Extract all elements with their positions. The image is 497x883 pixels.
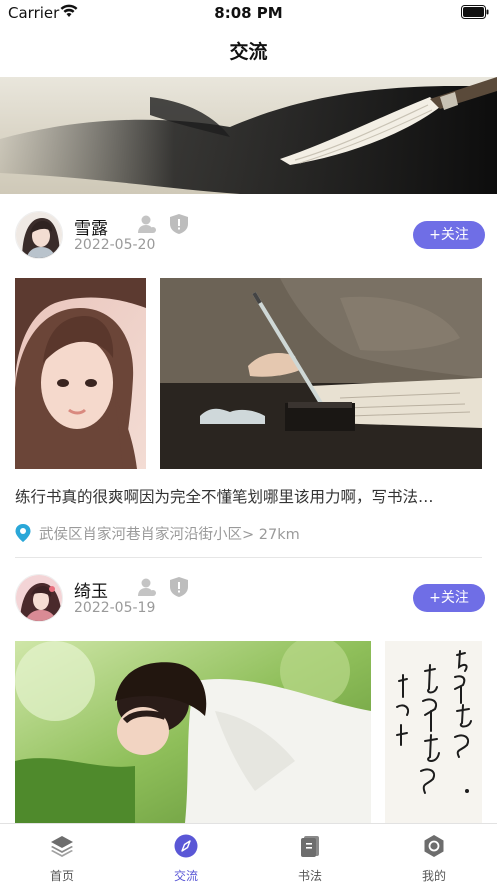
tab-label: 首页 xyxy=(49,869,74,883)
layers-icon xyxy=(51,836,73,857)
shield-icon xyxy=(170,577,188,597)
tab-bar: 首页 交流 书法 我的 xyxy=(0,823,497,883)
tab-label: 我的 xyxy=(421,869,446,883)
post-username[interactable]: 雪露 xyxy=(74,214,108,239)
tab-profile[interactable]: 我的 xyxy=(372,824,496,883)
tab-calligraphy[interactable]: 书法 xyxy=(248,824,372,883)
location-text: 武侯区肖家河巷肖家河沿街小区> 27km xyxy=(39,527,300,543)
tab-label: 交流 xyxy=(173,869,198,883)
avatar[interactable] xyxy=(15,211,63,259)
shield-icon xyxy=(170,214,188,234)
location-pin-icon xyxy=(15,524,31,542)
tab-label: 书法 xyxy=(297,869,322,883)
compass-icon xyxy=(174,834,198,858)
post-photo[interactable] xyxy=(15,641,371,823)
divider xyxy=(15,557,482,558)
tab-community[interactable]: 交流 xyxy=(124,824,248,883)
avatar[interactable] xyxy=(15,574,63,622)
follow-button[interactable]: +关注 xyxy=(413,221,485,249)
verified-user-icon xyxy=(138,578,156,596)
tab-home[interactable]: 首页 xyxy=(0,824,124,883)
post-content-text[interactable]: 练行书真的很爽啊因为完全不懂笔划哪里该用力啊，写书法… xyxy=(15,485,485,507)
post-date: 2022-05-19 xyxy=(74,600,156,616)
post-photo[interactable] xyxy=(385,641,482,823)
status-bar: Carrier 8:08 PM xyxy=(0,0,497,26)
status-time: 8:08 PM xyxy=(214,4,283,22)
page-title: 交流 xyxy=(229,41,268,63)
brush-ink-illustration xyxy=(0,77,497,194)
post-photo[interactable] xyxy=(160,278,482,469)
post-location[interactable]: 武侯区肖家河巷肖家河沿街小区> 27km xyxy=(15,523,300,544)
verified-user-icon xyxy=(138,215,156,233)
post-photo[interactable] xyxy=(15,278,146,469)
book-icon xyxy=(301,836,319,857)
battery-icon xyxy=(461,5,489,19)
profile-icon xyxy=(424,835,444,857)
follow-button[interactable]: +关注 xyxy=(413,584,485,612)
post-username[interactable]: 绮玉 xyxy=(74,577,108,602)
banner-image[interactable] xyxy=(0,77,497,194)
post-date: 2022-05-20 xyxy=(74,237,156,253)
